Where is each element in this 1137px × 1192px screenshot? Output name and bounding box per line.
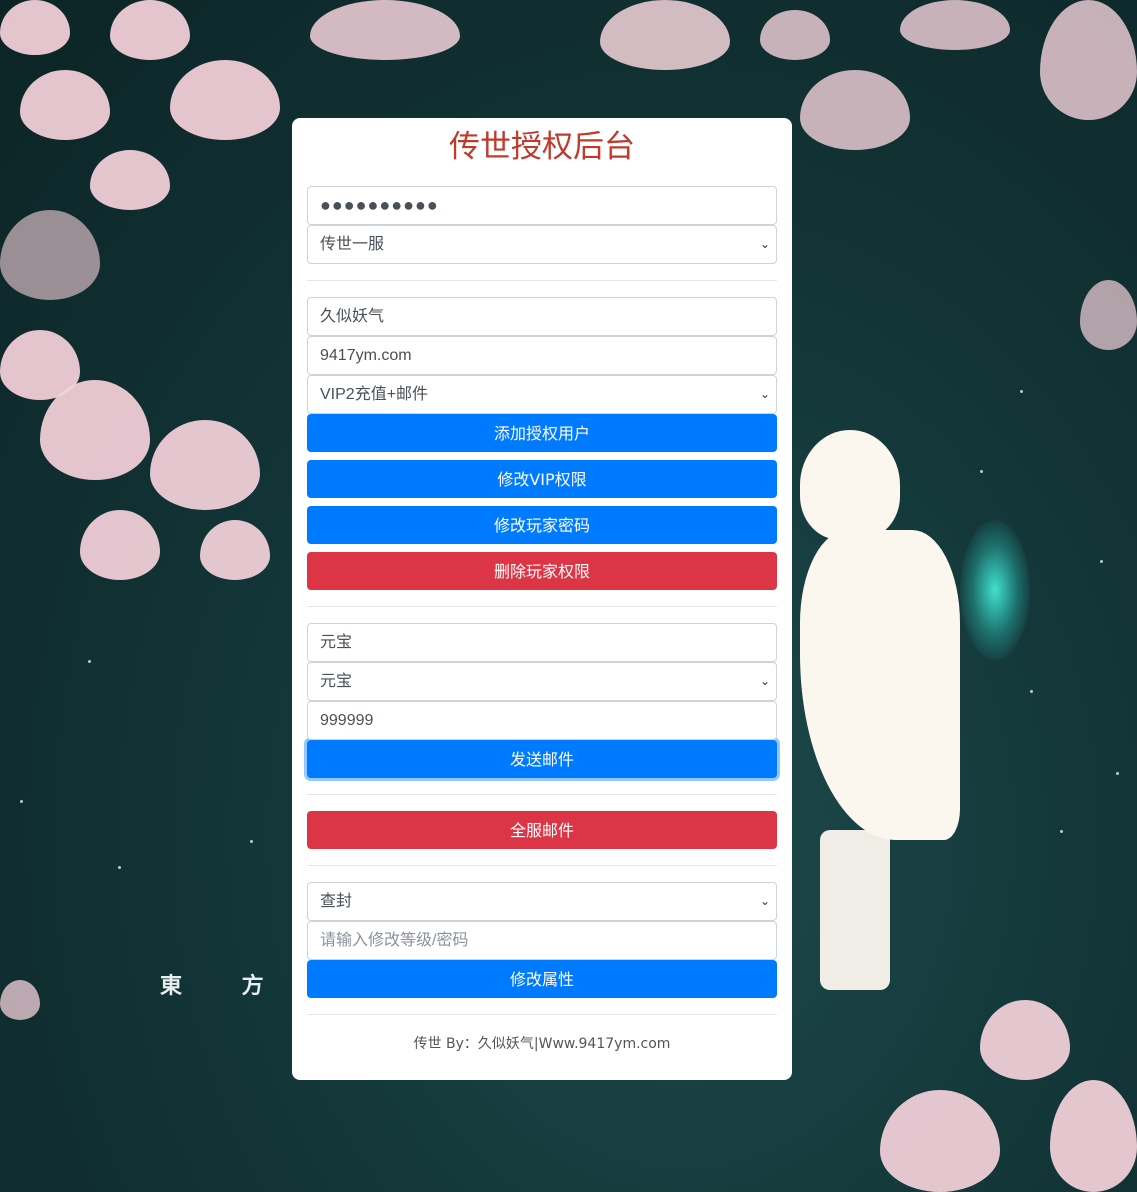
vip-select[interactable]: VIP2充值+邮件 ⌄ bbox=[307, 375, 777, 414]
modify-attribute-button[interactable]: 修改属性 bbox=[307, 960, 777, 998]
blossom-petal bbox=[150, 420, 260, 510]
modify-vip-button[interactable]: 修改VIP权限 bbox=[307, 460, 777, 498]
chevron-down-icon: ⌄ bbox=[759, 237, 770, 251]
password-value: ●●●●●●●●●● bbox=[320, 195, 439, 215]
blossom-petal bbox=[900, 0, 1010, 50]
blossom-petal bbox=[310, 0, 460, 60]
blossom-petal bbox=[170, 60, 280, 140]
admin-panel: 传世授权后台 ●●●●●●●●●● 传世一服 ⌄ 久似妖气 9417ym.com… bbox=[292, 118, 792, 1080]
site-value: 9417ym.com bbox=[320, 347, 412, 364]
modify-password-button[interactable]: 修改玩家密码 bbox=[307, 506, 777, 544]
girl-silhouette-legs bbox=[820, 830, 890, 990]
item-select-value: 元宝 bbox=[320, 673, 353, 690]
chevron-down-icon: ⌄ bbox=[759, 894, 770, 908]
quantity-value: 999999 bbox=[320, 712, 374, 729]
blossom-petal bbox=[0, 980, 40, 1020]
blossom-petal bbox=[110, 0, 190, 60]
star bbox=[250, 840, 253, 843]
blossom-petal bbox=[980, 1000, 1070, 1080]
modify-value-input[interactable]: 请输入修改等级/密码 bbox=[307, 921, 777, 960]
star bbox=[1030, 690, 1033, 693]
server-select-value: 传世一服 bbox=[320, 236, 385, 253]
add-user-button[interactable]: 添加授权用户 bbox=[307, 414, 777, 452]
chevron-down-icon: ⌄ bbox=[759, 674, 770, 688]
blossom-petal bbox=[0, 0, 70, 55]
site-input[interactable]: 9417ym.com bbox=[307, 336, 777, 375]
server-select[interactable]: 传世一服 ⌄ bbox=[307, 225, 777, 264]
blossom-petal bbox=[800, 70, 910, 150]
blossom-petal bbox=[600, 0, 730, 70]
send-mail-button[interactable]: 发送邮件 bbox=[307, 740, 777, 778]
action-select-value: 查封 bbox=[320, 893, 353, 910]
account-input[interactable]: 久似妖气 bbox=[307, 297, 777, 336]
password-input[interactable]: ●●●●●●●●●● bbox=[307, 186, 777, 225]
vip-select-value: VIP2充值+邮件 bbox=[320, 386, 429, 403]
star bbox=[118, 866, 121, 869]
blossom-petal bbox=[0, 210, 100, 300]
quantity-input[interactable]: 999999 bbox=[307, 701, 777, 740]
star bbox=[1020, 390, 1023, 393]
item-name-input[interactable]: 元宝 bbox=[307, 623, 777, 662]
blossom-petal bbox=[880, 1090, 1000, 1192]
delete-permission-button[interactable]: 删除玩家权限 bbox=[307, 552, 777, 590]
blossom-petal bbox=[760, 10, 830, 60]
star bbox=[980, 470, 983, 473]
girl-silhouette-body bbox=[800, 530, 960, 840]
star bbox=[1100, 560, 1103, 563]
blossom-petal bbox=[20, 70, 110, 140]
chevron-down-icon: ⌄ bbox=[759, 387, 770, 401]
star bbox=[1116, 772, 1119, 775]
action-select[interactable]: 查封 ⌄ bbox=[307, 882, 777, 921]
blossom-petal bbox=[200, 520, 270, 580]
item-select[interactable]: 元宝 ⌄ bbox=[307, 662, 777, 701]
item-name-value: 元宝 bbox=[320, 634, 353, 651]
star bbox=[20, 800, 23, 803]
spirit-glow bbox=[960, 520, 1030, 660]
girl-silhouette bbox=[800, 430, 900, 540]
all-server-mail-button[interactable]: 全服邮件 bbox=[307, 811, 777, 849]
page-title: 传世授权后台 bbox=[449, 129, 635, 165]
blossom-petal bbox=[1050, 1080, 1137, 1192]
footer-credit: 传世 By：久似妖气|Www.9417ym.com bbox=[413, 1036, 671, 1052]
star bbox=[88, 660, 91, 663]
blossom-petal bbox=[1080, 280, 1137, 350]
blossom-petal bbox=[90, 150, 170, 210]
blossom-petal bbox=[80, 510, 160, 580]
blossom-petal bbox=[1040, 0, 1137, 120]
star bbox=[1060, 830, 1063, 833]
account-value: 久似妖气 bbox=[320, 308, 385, 325]
modify-value-placeholder: 请输入修改等级/密码 bbox=[320, 932, 469, 949]
